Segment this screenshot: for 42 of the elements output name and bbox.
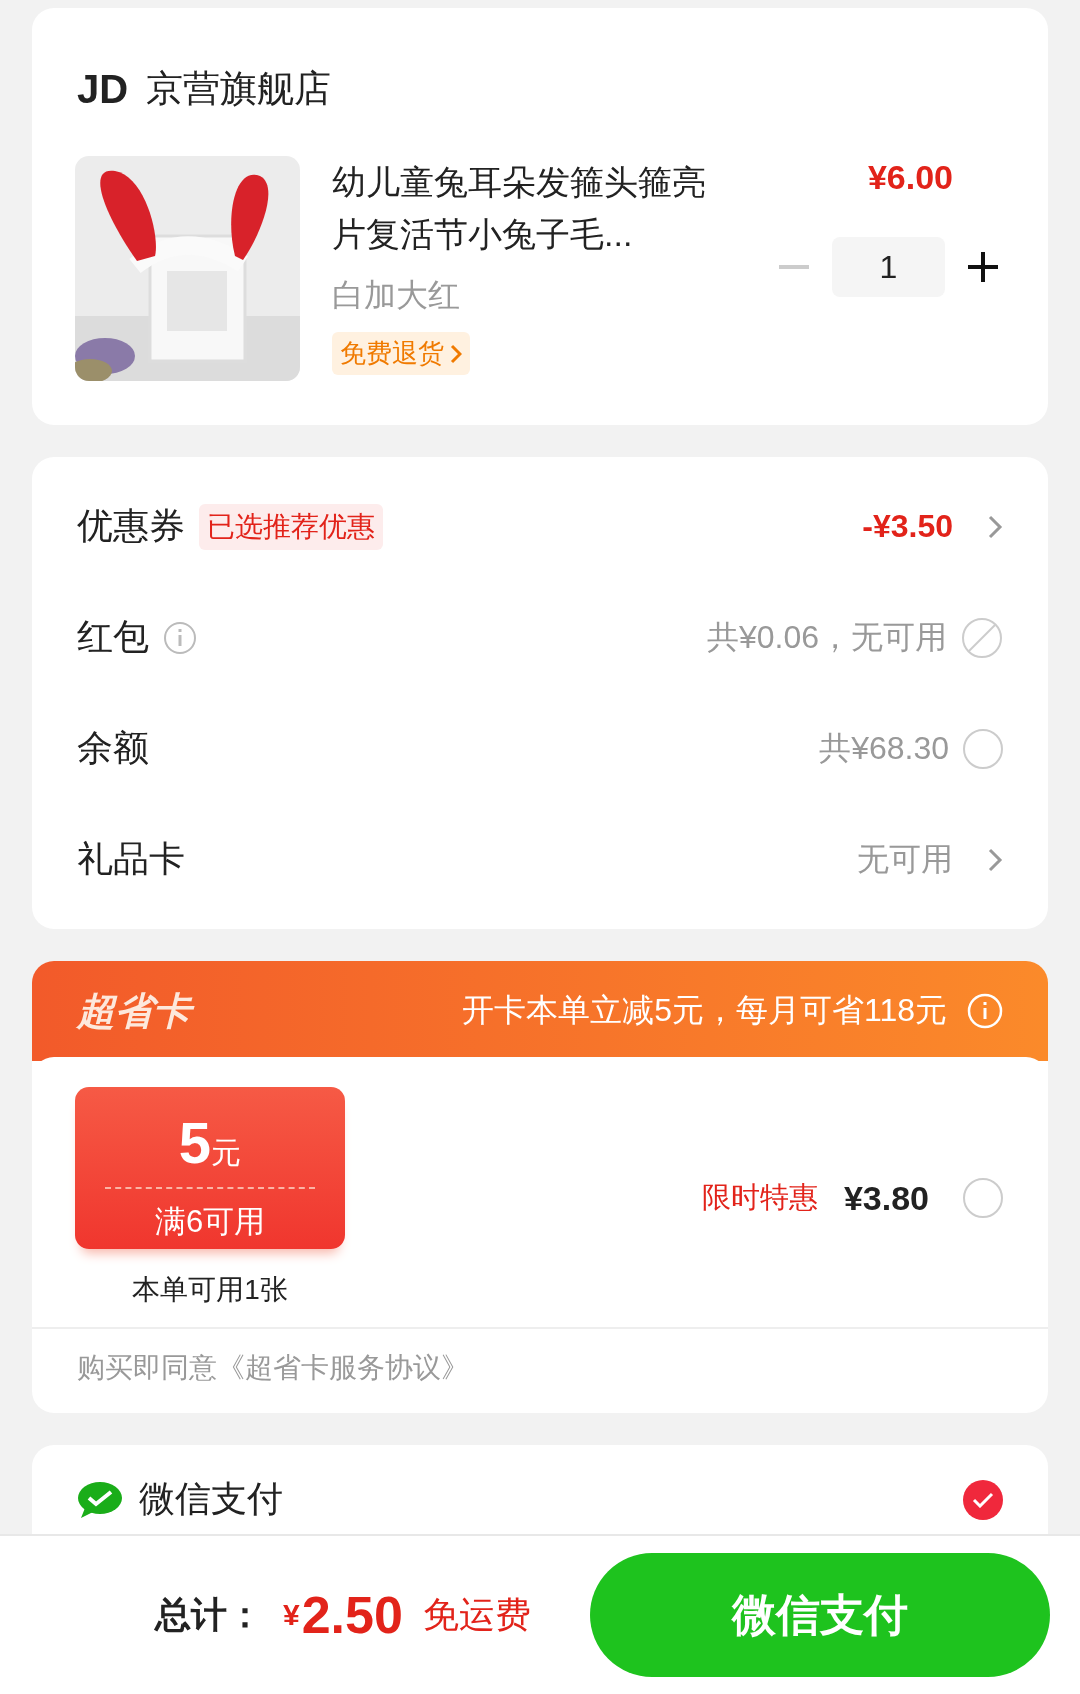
minus-icon: [779, 265, 809, 269]
free-return-tag[interactable]: 免费退货: [332, 332, 470, 375]
product-title: 幼儿童兔耳朵发箍头箍亮片复活节小兔子毛...: [332, 162, 707, 255]
quantity-field[interactable]: 1: [832, 237, 945, 297]
offer-price: ¥3.80: [843, 1178, 929, 1218]
currency-symbol: ¥: [283, 1598, 300, 1632]
chevron-icon: [987, 846, 1003, 873]
option-label: 红包: [77, 615, 149, 659]
total-label: 总计：: [155, 1592, 263, 1637]
check-icon: [972, 1491, 994, 1508]
option-label: 余额: [77, 726, 149, 770]
option-value: 共¥68.30: [819, 728, 949, 768]
chevron-icon: [987, 513, 1003, 540]
recommended-tag: 已选推荐优惠: [199, 503, 383, 550]
total-amount: 2.50: [301, 1585, 403, 1645]
super-card-promo: 开卡本单立减5元，每月可省118元: [462, 991, 947, 1030]
store-logo: JD: [77, 66, 129, 112]
product-variant: 白加大红: [332, 276, 461, 315]
coupon-unit: 元: [211, 1135, 242, 1171]
coupon-condition: 满6可用: [154, 1203, 266, 1241]
option-value: 共¥0.06，无可用: [706, 617, 947, 657]
offer-label: 限时特惠: [701, 1180, 818, 1215]
chat-bubble-icon: [77, 1479, 123, 1520]
unavailable-icon: [961, 616, 1003, 659]
super-card-radio[interactable]: [963, 1178, 1003, 1218]
option-label: 优惠券: [77, 504, 185, 548]
balance-radio[interactable]: [963, 728, 1003, 769]
coupon-amount: 5: [178, 1109, 212, 1176]
coupon-note: 本单可用1张: [132, 1273, 288, 1307]
agreement-text[interactable]: 购买即同意《超省卡服务协议》: [32, 1327, 1048, 1413]
option-label: 礼品卡: [77, 837, 185, 881]
option-value: 无可用: [857, 839, 953, 879]
plus-icon: [968, 252, 998, 282]
pay-button[interactable]: 微信支付: [590, 1553, 1050, 1677]
store-name: 京营旗舰店: [146, 67, 332, 111]
payment-method: 微信支付: [139, 1477, 283, 1521]
product-price: ¥6.00: [867, 158, 953, 197]
option-value: -¥3.50: [862, 508, 953, 545]
payment-radio[interactable]: [963, 1479, 1003, 1520]
shipping-note: 免运费: [422, 1592, 531, 1637]
info-icon[interactable]: [163, 620, 197, 655]
chevron-icon: [450, 343, 462, 364]
